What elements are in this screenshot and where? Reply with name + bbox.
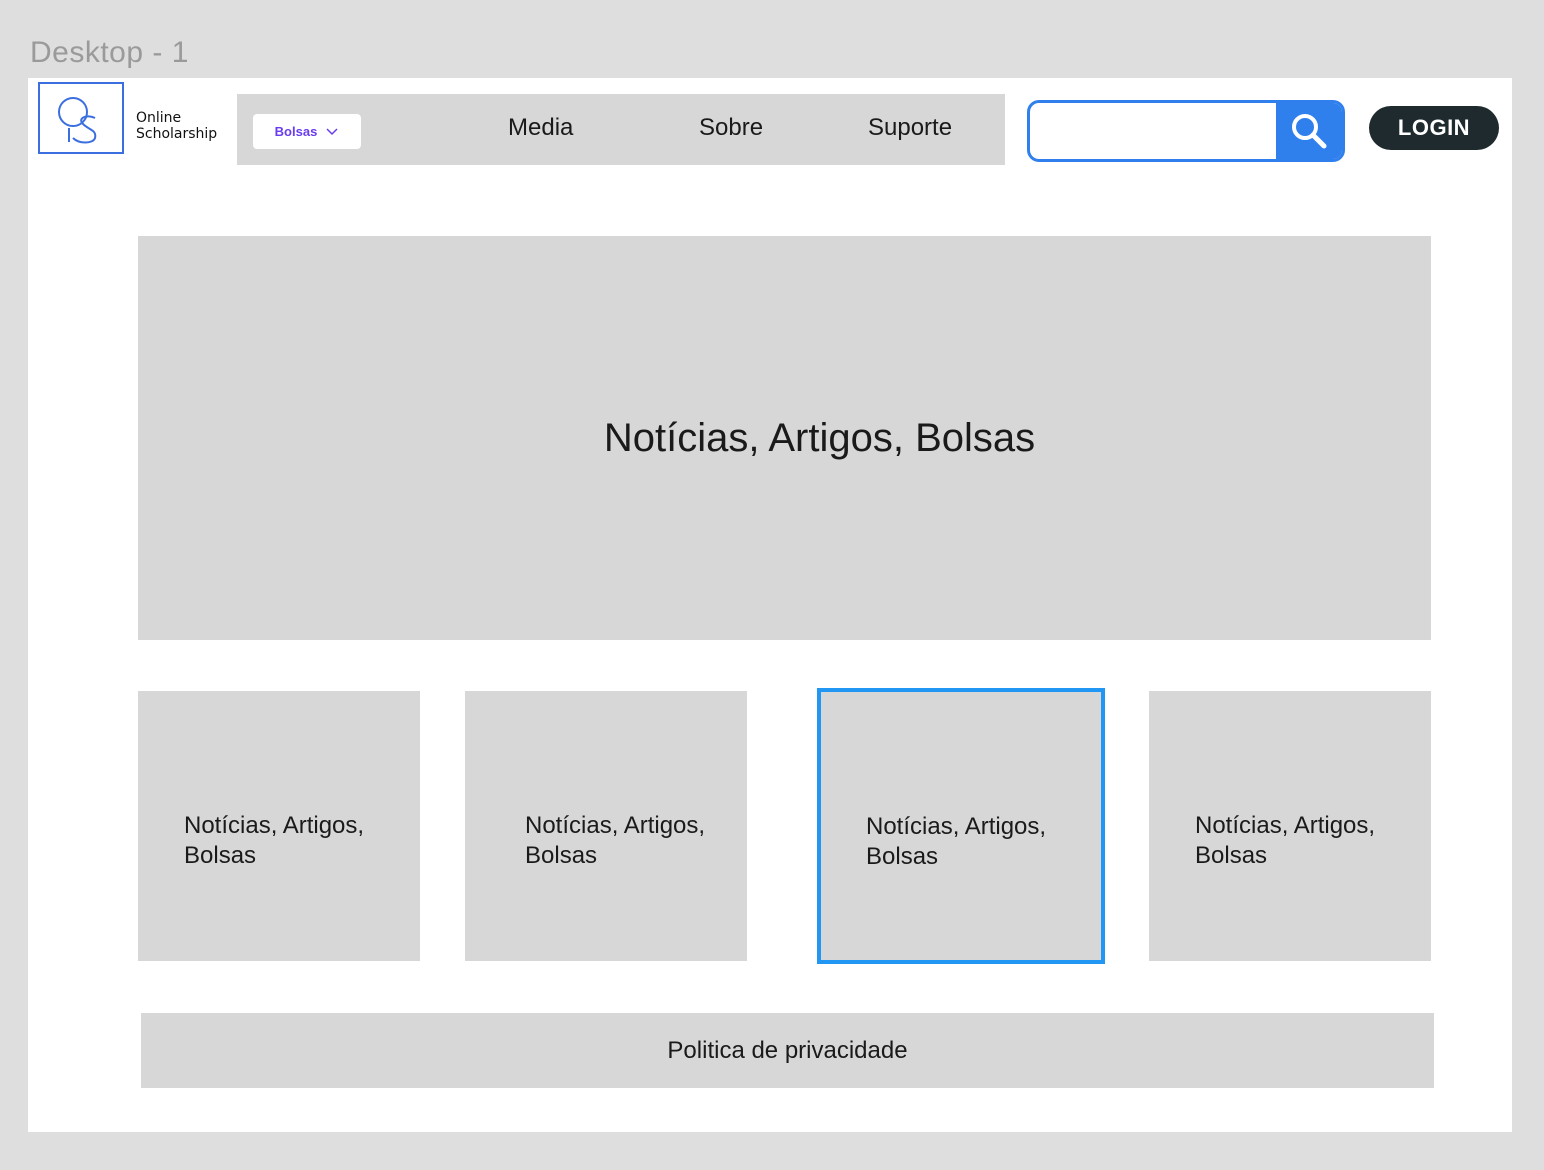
card-label: Notícias, Artigos, Bolsas	[184, 812, 365, 869]
search-box	[1027, 100, 1345, 162]
bolsas-dropdown[interactable]: Bolsas	[253, 114, 361, 149]
nav-bar: Bolsas Media Sobre Suporte	[237, 94, 1005, 165]
logo-text-line1: Online	[136, 110, 182, 126]
content-card-4[interactable]: Notícias, Artigos, Bolsas	[1149, 691, 1431, 961]
nav-link-suporte[interactable]: Suporte	[868, 114, 952, 142]
hero-title: Notícias, Artigos, Bolsas	[603, 415, 1036, 460]
content-card-2[interactable]: Notícias, Artigos, Bolsas	[465, 691, 747, 961]
logo-text: Online Scholarship	[136, 110, 217, 142]
nav-link-sobre[interactable]: Sobre	[699, 114, 763, 142]
frame-label: Desktop - 1	[30, 36, 189, 69]
chevron-down-icon	[326, 127, 338, 135]
login-button[interactable]: LOGIN	[1369, 106, 1499, 150]
card-label: Notícias, Artigos, Bolsas	[866, 813, 1047, 870]
content-card-1[interactable]: Notícias, Artigos, Bolsas	[138, 691, 420, 961]
card-label: Notícias, Artigos, Bolsas	[525, 812, 706, 869]
dropdown-label: Bolsas	[274, 124, 318, 139]
search-input[interactable]	[1030, 103, 1278, 159]
design-canvas: Desktop - 1 Online Scholarship Bolsas Me…	[0, 0, 1544, 1170]
content-card-3-selected[interactable]: Notícias, Artigos, Bolsas	[817, 688, 1105, 964]
card-label: Notícias, Artigos, Bolsas	[1195, 812, 1376, 869]
desktop-frame: Online Scholarship Bolsas Media Sobre Su…	[28, 78, 1512, 1132]
logo-text-line2: Scholarship	[136, 126, 218, 142]
privacy-policy-link: Politica de privacidade	[667, 1036, 908, 1064]
os-monogram-logo-icon	[58, 97, 97, 144]
nav-link-media[interactable]: Media	[508, 114, 573, 142]
logo[interactable]	[38, 82, 124, 154]
search-button[interactable]	[1276, 103, 1342, 159]
privacy-policy-footer[interactable]: Politica de privacidade	[141, 1013, 1434, 1088]
hero-banner[interactable]: Notícias, Artigos, Bolsas	[138, 236, 1431, 640]
search-icon	[1292, 114, 1327, 149]
